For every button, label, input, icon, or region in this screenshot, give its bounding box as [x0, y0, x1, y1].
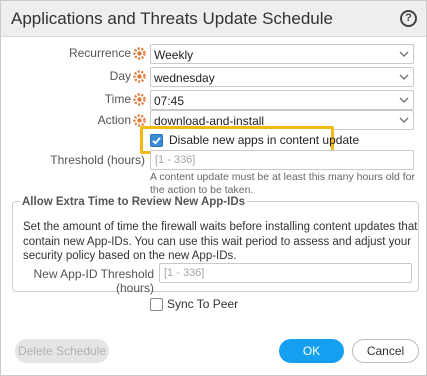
extra-time-legend: Allow Extra Time to Review New App-IDs: [20, 196, 248, 208]
delete-schedule-button[interactable]: Delete Schedule: [15, 339, 109, 363]
recurrence-select[interactable]: Weekly: [150, 44, 414, 64]
chevron-down-icon: [399, 51, 409, 57]
new-app-id-threshold-placeholder: [1 - 336]: [164, 267, 205, 279]
gear-icon: [133, 93, 146, 106]
time-select[interactable]: 07:45: [150, 90, 414, 110]
day-value: wednesday: [154, 71, 215, 85]
title-bar: Applications and Threats Update Schedule…: [1, 1, 426, 37]
checkmark-icon: [152, 137, 161, 145]
chevron-down-icon: [399, 117, 409, 123]
sync-to-peer-label: Sync To Peer: [167, 297, 239, 311]
time-value: 07:45: [154, 94, 185, 108]
day-label: Day: [109, 69, 131, 83]
new-app-id-threshold-label: New App-ID Threshold (hours): [33, 267, 154, 295]
action-label: Action: [97, 113, 131, 127]
new-app-id-threshold-input[interactable]: [1 - 336]: [159, 263, 412, 283]
time-label: Time: [104, 92, 131, 106]
gear-icon: [133, 70, 146, 83]
threshold-help-text: A content update must be at least this m…: [150, 171, 415, 196]
question-circle-icon[interactable]: ?: [400, 10, 417, 27]
gear-icon: [133, 47, 146, 60]
disable-new-apps-checkbox[interactable]: [150, 134, 163, 147]
threshold-placeholder: [1 - 336]: [155, 154, 196, 166]
threshold-label: Threshold (hours): [50, 153, 145, 167]
chevron-down-icon: [399, 97, 409, 103]
disable-new-apps-label: Disable new apps in content update: [169, 133, 360, 147]
sync-to-peer-checkbox[interactable]: [150, 298, 163, 311]
day-select[interactable]: wednesday: [150, 67, 414, 87]
dialog-title: Applications and Threats Update Schedule: [11, 9, 333, 28]
chevron-down-icon: [399, 74, 409, 80]
recurrence-value: Weekly: [154, 48, 194, 62]
recurrence-label: Recurrence: [68, 46, 131, 60]
threshold-input[interactable]: [1 - 336]: [150, 150, 414, 170]
ok-button[interactable]: OK: [279, 339, 344, 363]
update-schedule-dialog: Applications and Threats Update Schedule…: [0, 0, 427, 376]
extra-time-description: Set the amount of time the firewall wait…: [23, 221, 418, 262]
cancel-button[interactable]: Cancel: [352, 339, 419, 363]
